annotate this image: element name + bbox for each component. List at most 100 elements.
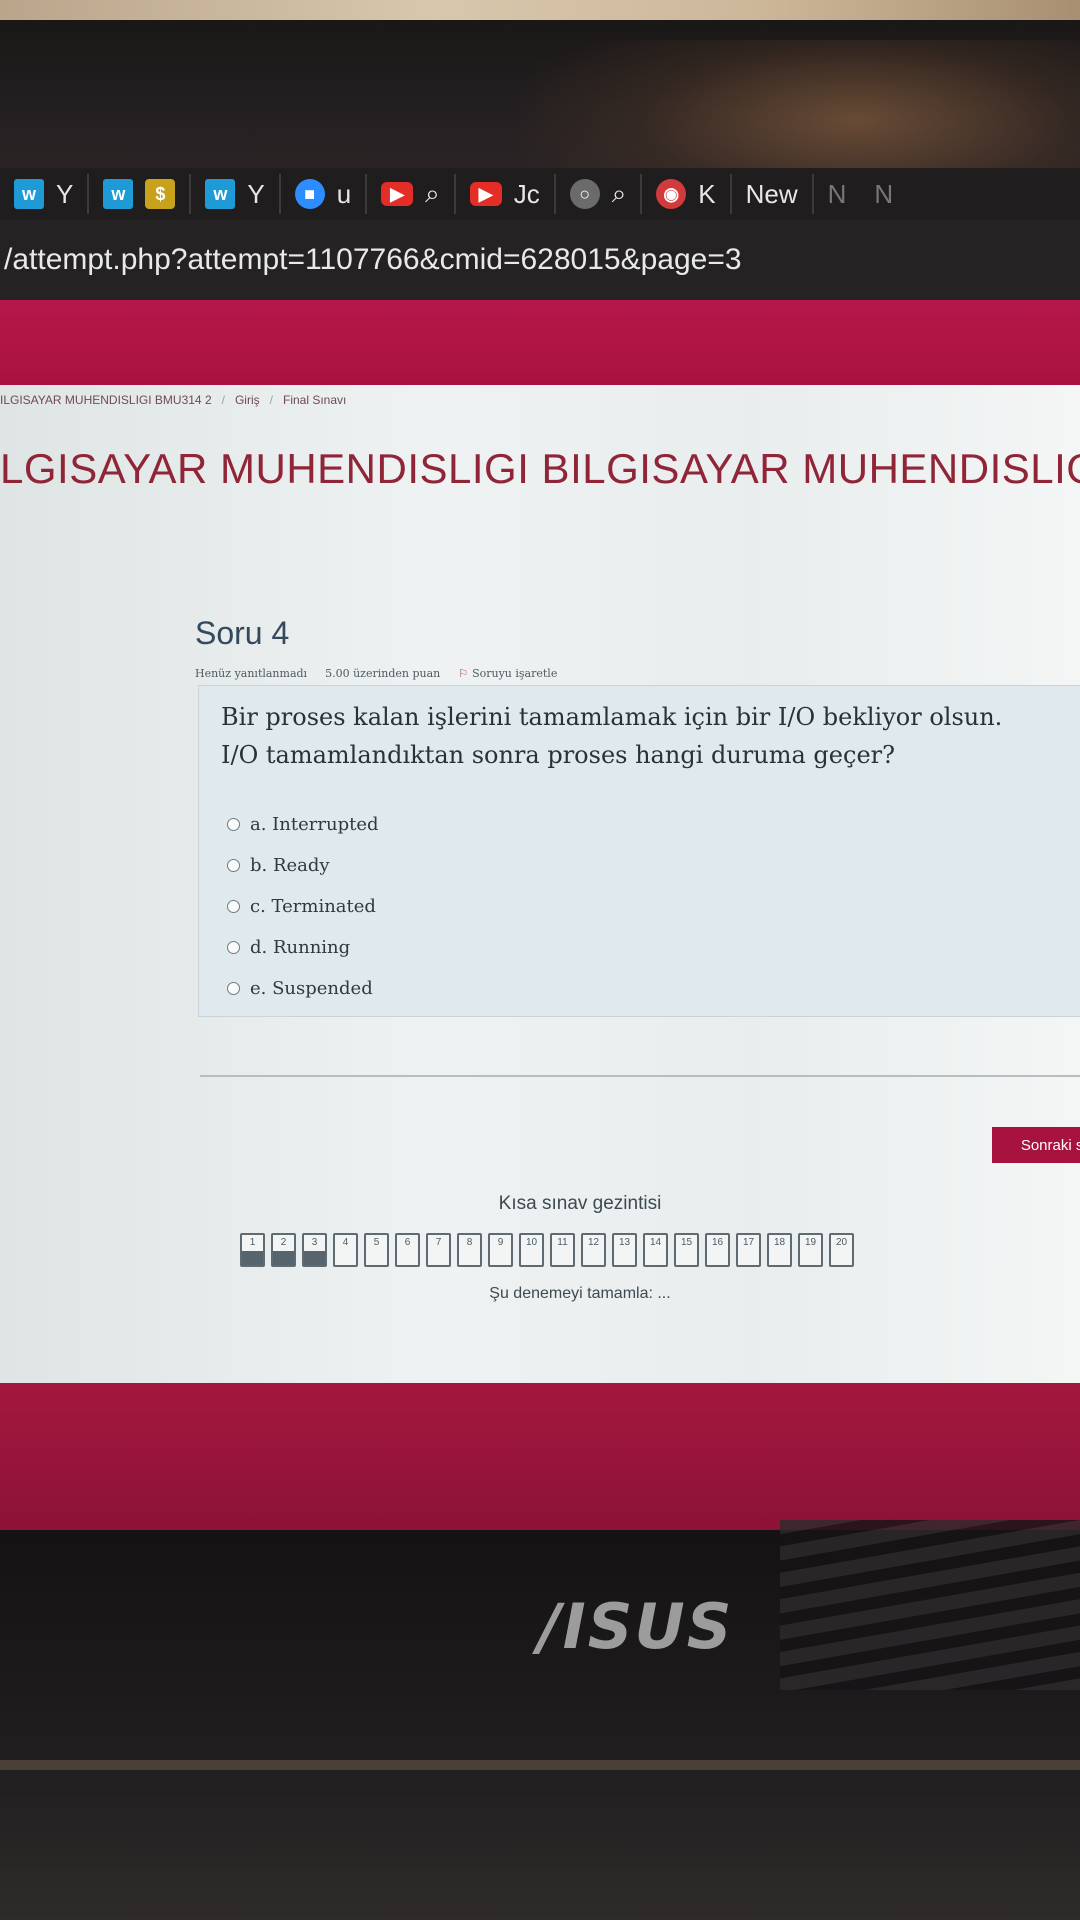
youtube-icon: ▶ <box>469 182 502 206</box>
quiz-nav-page-16[interactable]: 16 <box>705 1233 730 1267</box>
answer-options: a. Interrupted b. Ready c. Terminated d.… <box>227 804 379 1009</box>
browser-tab[interactable]: w Y <box>0 174 90 214</box>
quiz-nav-page-15[interactable]: 15 <box>674 1233 699 1267</box>
answer-label: e. Suspended <box>250 978 373 999</box>
quiz-nav-page-13[interactable]: 13 <box>612 1233 637 1267</box>
quiz-nav-page-17[interactable]: 17 <box>736 1233 761 1267</box>
quiz-nav-page-7[interactable]: 7 <box>426 1233 451 1267</box>
browser-tab[interactable]: N <box>814 174 861 214</box>
keyboard <box>780 1520 1080 1690</box>
radio-button[interactable] <box>227 941 240 954</box>
tab-label: u <box>336 178 352 209</box>
quiz-nav-page-number: 6 <box>404 1237 411 1248</box>
quiz-nav-page-11[interactable]: 11 <box>550 1233 575 1267</box>
tab-label: ⌕ <box>611 178 627 208</box>
answer-option[interactable]: d. Running <box>227 927 379 968</box>
course-title: LGISAYAR MUHENDISLIGI BILGISAYAR MUHENDI… <box>0 445 1080 492</box>
next-page-button[interactable]: Sonraki say <box>992 1127 1080 1163</box>
divider <box>200 1075 1080 1077</box>
browser-tab-strip: w Y w $ w Y ■ u ▶ ⌕ ▶ Jc ○ ⌕ ◉ K New N N <box>0 168 1080 220</box>
answer-label: b. Ready <box>250 855 330 876</box>
address-bar[interactable]: /attempt.php?attempt=1107766&cmid=628015… <box>0 220 1080 300</box>
quiz-nav-page-9[interactable]: 9 <box>488 1233 513 1267</box>
tab-label: N <box>874 178 894 209</box>
tab-label: ⌕ <box>425 178 440 208</box>
quiz-nav-page-number: 11 <box>557 1237 568 1248</box>
finish-attempt-link[interactable]: Şu denemeyi tamamla: ... <box>0 1285 1080 1303</box>
question-points: 5.00 üzerinden puan <box>325 667 441 680</box>
flag-question-button[interactable]: ⚐ Soruyu işaretle <box>458 667 557 680</box>
quiz-nav-page-number: 2 <box>280 1237 287 1248</box>
breadcrumb-separator: / <box>221 393 225 407</box>
quiz-nav-page-number: 4 <box>342 1237 349 1248</box>
radio-button[interactable] <box>227 818 240 831</box>
tab-label: N <box>827 178 847 209</box>
flag-icon: ⚐ <box>458 667 469 680</box>
quiz-nav-page-14[interactable]: 14 <box>643 1233 668 1267</box>
quiz-nav-page-12[interactable]: 12 <box>581 1233 606 1267</box>
quiz-nav-page-number: 10 <box>525 1237 538 1248</box>
quiz-nav-page-number: 13 <box>618 1237 631 1248</box>
browser-tab[interactable]: ◉ K <box>642 174 732 214</box>
radio-button[interactable] <box>227 982 240 995</box>
quiz-nav-page-number: 18 <box>773 1237 786 1248</box>
breadcrumb-course[interactable]: ILGISAYAR MUHENDISLIGI BMU314 2 <box>0 393 212 407</box>
tab-label: Y <box>56 178 74 209</box>
answer-option[interactable]: b. Ready <box>227 845 379 886</box>
youtube-icon: ▶ <box>381 182 414 206</box>
answer-option[interactable]: a. Interrupted <box>227 804 379 845</box>
quiz-nav-page-number: 12 <box>587 1237 600 1248</box>
question-title: Soru 4 <box>195 615 290 651</box>
laptop-brand-logo: /ISUS <box>538 1590 734 1663</box>
browser-tab[interactable]: N <box>860 174 907 214</box>
browser-tab[interactable]: ▶ ⌕ <box>367 174 456 214</box>
question-info: Henüz yanıtlanmadı 5.00 üzerinden puan ⚐… <box>195 667 557 680</box>
record-icon: ◉ <box>656 179 687 209</box>
quiz-nav-page-number: 1 <box>249 1237 256 1248</box>
quiz-nav-page-18[interactable]: 18 <box>767 1233 792 1267</box>
quiz-nav-page-number: 17 <box>742 1237 755 1248</box>
w-logo-icon: w <box>103 179 134 209</box>
quiz-nav-page-number: 3 <box>311 1237 318 1248</box>
browser-tab[interactable]: New <box>732 174 814 214</box>
quiz-nav-page-number: 16 <box>711 1237 724 1248</box>
quiz-nav-page-10[interactable]: 10 <box>519 1233 544 1267</box>
browser-tab[interactable]: ■ u <box>281 174 368 214</box>
radio-button[interactable] <box>227 859 240 872</box>
tab-label: Jc <box>513 178 540 209</box>
zoom-icon: ■ <box>294 179 325 209</box>
photo-frame: w Y w $ w Y ■ u ▶ ⌕ ▶ Jc ○ ⌕ ◉ K New N N… <box>0 0 1080 1920</box>
radio-button[interactable] <box>227 900 240 913</box>
quiz-nav-page-number: 15 <box>680 1237 693 1248</box>
quiz-nav-page-5[interactable]: 5 <box>364 1233 389 1267</box>
browser-tab[interactable]: w $ <box>89 174 192 214</box>
quiz-nav-page-19[interactable]: 19 <box>798 1233 823 1267</box>
quiz-nav-page-8[interactable]: 8 <box>457 1233 482 1267</box>
browser-tab[interactable]: ○ ⌕ <box>556 174 643 214</box>
browser-tab[interactable]: w Y <box>191 174 281 214</box>
answer-label: d. Running <box>250 937 351 958</box>
site-footer <box>0 1383 1080 1533</box>
coin-icon: $ <box>145 179 176 209</box>
quiz-nav-page-2[interactable]: 2 <box>271 1233 296 1267</box>
w-logo-icon: w <box>14 179 44 209</box>
w-logo-icon: w <box>205 179 236 209</box>
tab-label: Y <box>247 178 265 209</box>
answer-option[interactable]: c. Terminated <box>227 886 379 927</box>
quiz-nav-page-3[interactable]: 3 <box>302 1233 327 1267</box>
quiz-nav-page-20[interactable]: 20 <box>829 1233 854 1267</box>
quiz-nav-page-1[interactable]: 1 <box>240 1233 265 1267</box>
quiz-nav-page-4[interactable]: 4 <box>333 1233 358 1267</box>
quiz-navigation-title: Kısa sınav gezintisi <box>498 1193 662 1214</box>
answer-option[interactable]: e. Suspended <box>227 968 379 1009</box>
laptop-hinge <box>0 1760 1080 1770</box>
quiz-navigation-grid: 1 2 3 4 5 6 7 8 9 10 11 12 13 14 15 16 17 18 19 20 <box>240 1233 854 1267</box>
browser-tab[interactable]: ▶ Jc <box>456 174 556 214</box>
tab-label: New <box>745 178 798 209</box>
question-box: Bir proses kalan işlerini tamamlamak içi… <box>198 685 1080 1017</box>
breadcrumb-section[interactable]: Giriş <box>235 393 260 407</box>
page-content: ILGISAYAR MUHENDISLIGI BMU314 2 / Giriş … <box>0 385 1080 1385</box>
answer-label: a. Interrupted <box>250 814 379 835</box>
breadcrumb-page[interactable]: Final Sınavı <box>283 393 346 407</box>
quiz-nav-page-6[interactable]: 6 <box>395 1233 420 1267</box>
